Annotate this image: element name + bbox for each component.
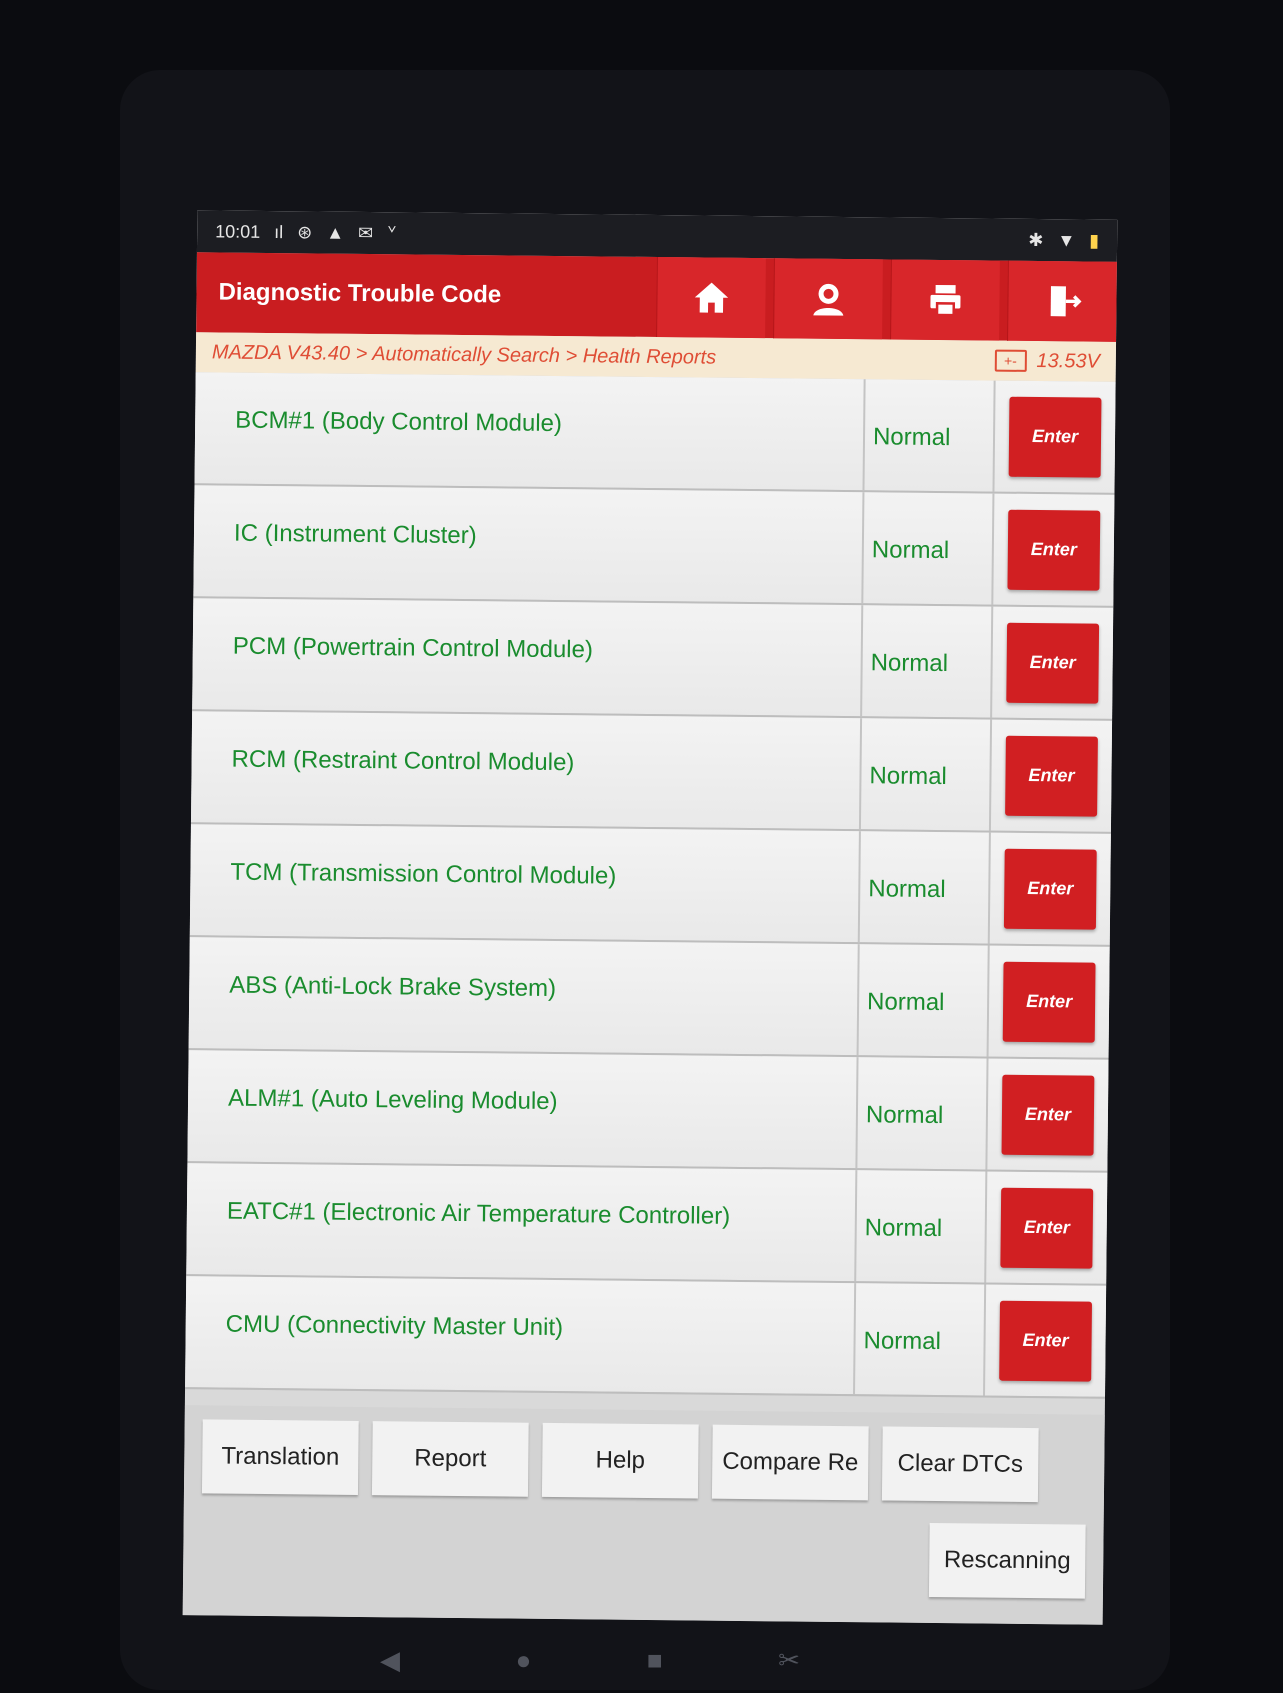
enter-button[interactable]: Enter <box>1005 735 1098 817</box>
clock: 10:01 <box>215 220 261 242</box>
module-status: Normal <box>864 379 996 492</box>
table-row: PCM (Powertrain Control Module) Normal E… <box>192 598 1114 721</box>
module-name: RCM (Restraint Control Module) <box>190 711 863 830</box>
enter-button[interactable]: Enter <box>1006 622 1100 704</box>
enter-button[interactable]: Enter <box>1000 1187 1094 1269</box>
module-list: BCM#1 (Body Control Module) Normal Enter… <box>185 372 1116 1399</box>
breadcrumb-text: MAZDA V43.40 > Automatically Search > He… <box>211 340 717 369</box>
table-row: ABS (Anti-Lock Brake System) Normal Ente… <box>188 937 1110 1060</box>
module-status: Normal <box>862 605 994 718</box>
android-nav-bar: ◀ ● ■ ✂ <box>380 1640 800 1680</box>
compare-report-button[interactable]: Compare Re <box>711 1424 869 1501</box>
report-button[interactable]: Report <box>371 1421 529 1497</box>
table-row: CMU (Connectivity Master Unit) Normal En… <box>185 1276 1107 1399</box>
table-row: RCM (Restraint Control Module) Normal En… <box>190 711 1113 834</box>
back-icon[interactable]: ◀ <box>380 1645 400 1676</box>
table-row: EATC#1 (Electronic Air Temperature Contr… <box>186 1163 1108 1286</box>
print-icon <box>930 284 961 317</box>
settings-icon: ⊛ <box>297 221 313 242</box>
help-button[interactable]: Help <box>541 1422 699 1499</box>
user-icon <box>813 283 844 316</box>
enter-button[interactable]: Enter <box>1008 396 1102 478</box>
module-status: Normal <box>856 1170 988 1283</box>
voltage-readout: +- 13.53V <box>994 349 1100 373</box>
module-name: TCM (Transmission Control Module) <box>189 824 861 943</box>
enter-button[interactable]: Enter <box>1002 961 1096 1043</box>
module-name: BCM#1 (Body Control Module) <box>194 372 866 491</box>
tablet-screen: 10:01 ıl ⊛ ▲ ✉ ᘁ ✱ ▼ ▮ Diagnostic Troubl… <box>182 210 1118 1625</box>
usb-icon: ᘁ <box>387 222 397 243</box>
module-status: Normal <box>860 718 993 831</box>
module-status: Normal <box>855 1283 987 1396</box>
enter-button[interactable]: Enter <box>1007 509 1101 591</box>
rescanning-button[interactable]: Rescanning <box>928 1522 1086 1599</box>
bluetooth-icon: ✱ <box>1028 229 1044 250</box>
module-status: Normal <box>863 492 995 605</box>
module-status: Normal <box>857 1057 989 1170</box>
clear-dtcs-button[interactable]: Clear DTCs <box>881 1426 1039 1503</box>
module-name: IC (Instrument Cluster) <box>193 485 865 604</box>
table-row: IC (Instrument Cluster) Normal Enter <box>193 485 1115 608</box>
module-name: EATC#1 (Electronic Air Temperature Contr… <box>186 1163 858 1282</box>
module-name: ABS (Anti-Lock Brake System) <box>188 937 860 1056</box>
user-button[interactable] <box>773 258 883 340</box>
home-button[interactable] <box>656 257 766 339</box>
signal-icon: ıl <box>274 221 284 242</box>
table-row: BCM#1 (Body Control Module) Normal Enter <box>194 372 1116 495</box>
translation-button[interactable]: Translation <box>201 1419 359 1495</box>
enter-button[interactable]: Enter <box>1003 848 1097 930</box>
print-button[interactable] <box>890 259 1000 341</box>
home-circle-icon[interactable]: ● <box>516 1645 532 1676</box>
battery-icon: ▮ <box>1089 230 1100 251</box>
home-icon <box>694 282 729 313</box>
table-row: TCM (Transmission Control Module) Normal… <box>189 824 1111 947</box>
warning-icon: ▲ <box>326 222 345 243</box>
module-name: PCM (Powertrain Control Module) <box>192 598 864 717</box>
module-status: Normal <box>859 831 991 944</box>
car-battery-icon: +- <box>994 349 1027 372</box>
voltage-value: 13.53V <box>1036 349 1100 373</box>
page-title: Diagnostic Trouble Code <box>218 278 502 309</box>
exit-button[interactable] <box>1007 260 1117 342</box>
enter-button[interactable]: Enter <box>1001 1074 1095 1156</box>
mail-icon: ✉ <box>358 222 374 243</box>
screenshot-icon[interactable]: ✂ <box>778 1645 800 1676</box>
bottom-toolbar: Translation Report Help Compare Re Clear… <box>182 1405 1105 1625</box>
wifi-icon: ▼ <box>1057 229 1076 250</box>
recents-icon[interactable]: ■ <box>647 1645 663 1676</box>
table-row: ALM#1 (Auto Leveling Module) Normal Ente… <box>187 1050 1109 1173</box>
enter-button[interactable]: Enter <box>999 1300 1093 1382</box>
title-bar: Diagnostic Trouble Code <box>196 252 1117 342</box>
module-status: Normal <box>858 944 990 1057</box>
module-name: CMU (Connectivity Master Unit) <box>185 1276 857 1395</box>
exit-icon <box>1050 286 1082 317</box>
module-name: ALM#1 (Auto Leveling Module) <box>187 1050 859 1169</box>
